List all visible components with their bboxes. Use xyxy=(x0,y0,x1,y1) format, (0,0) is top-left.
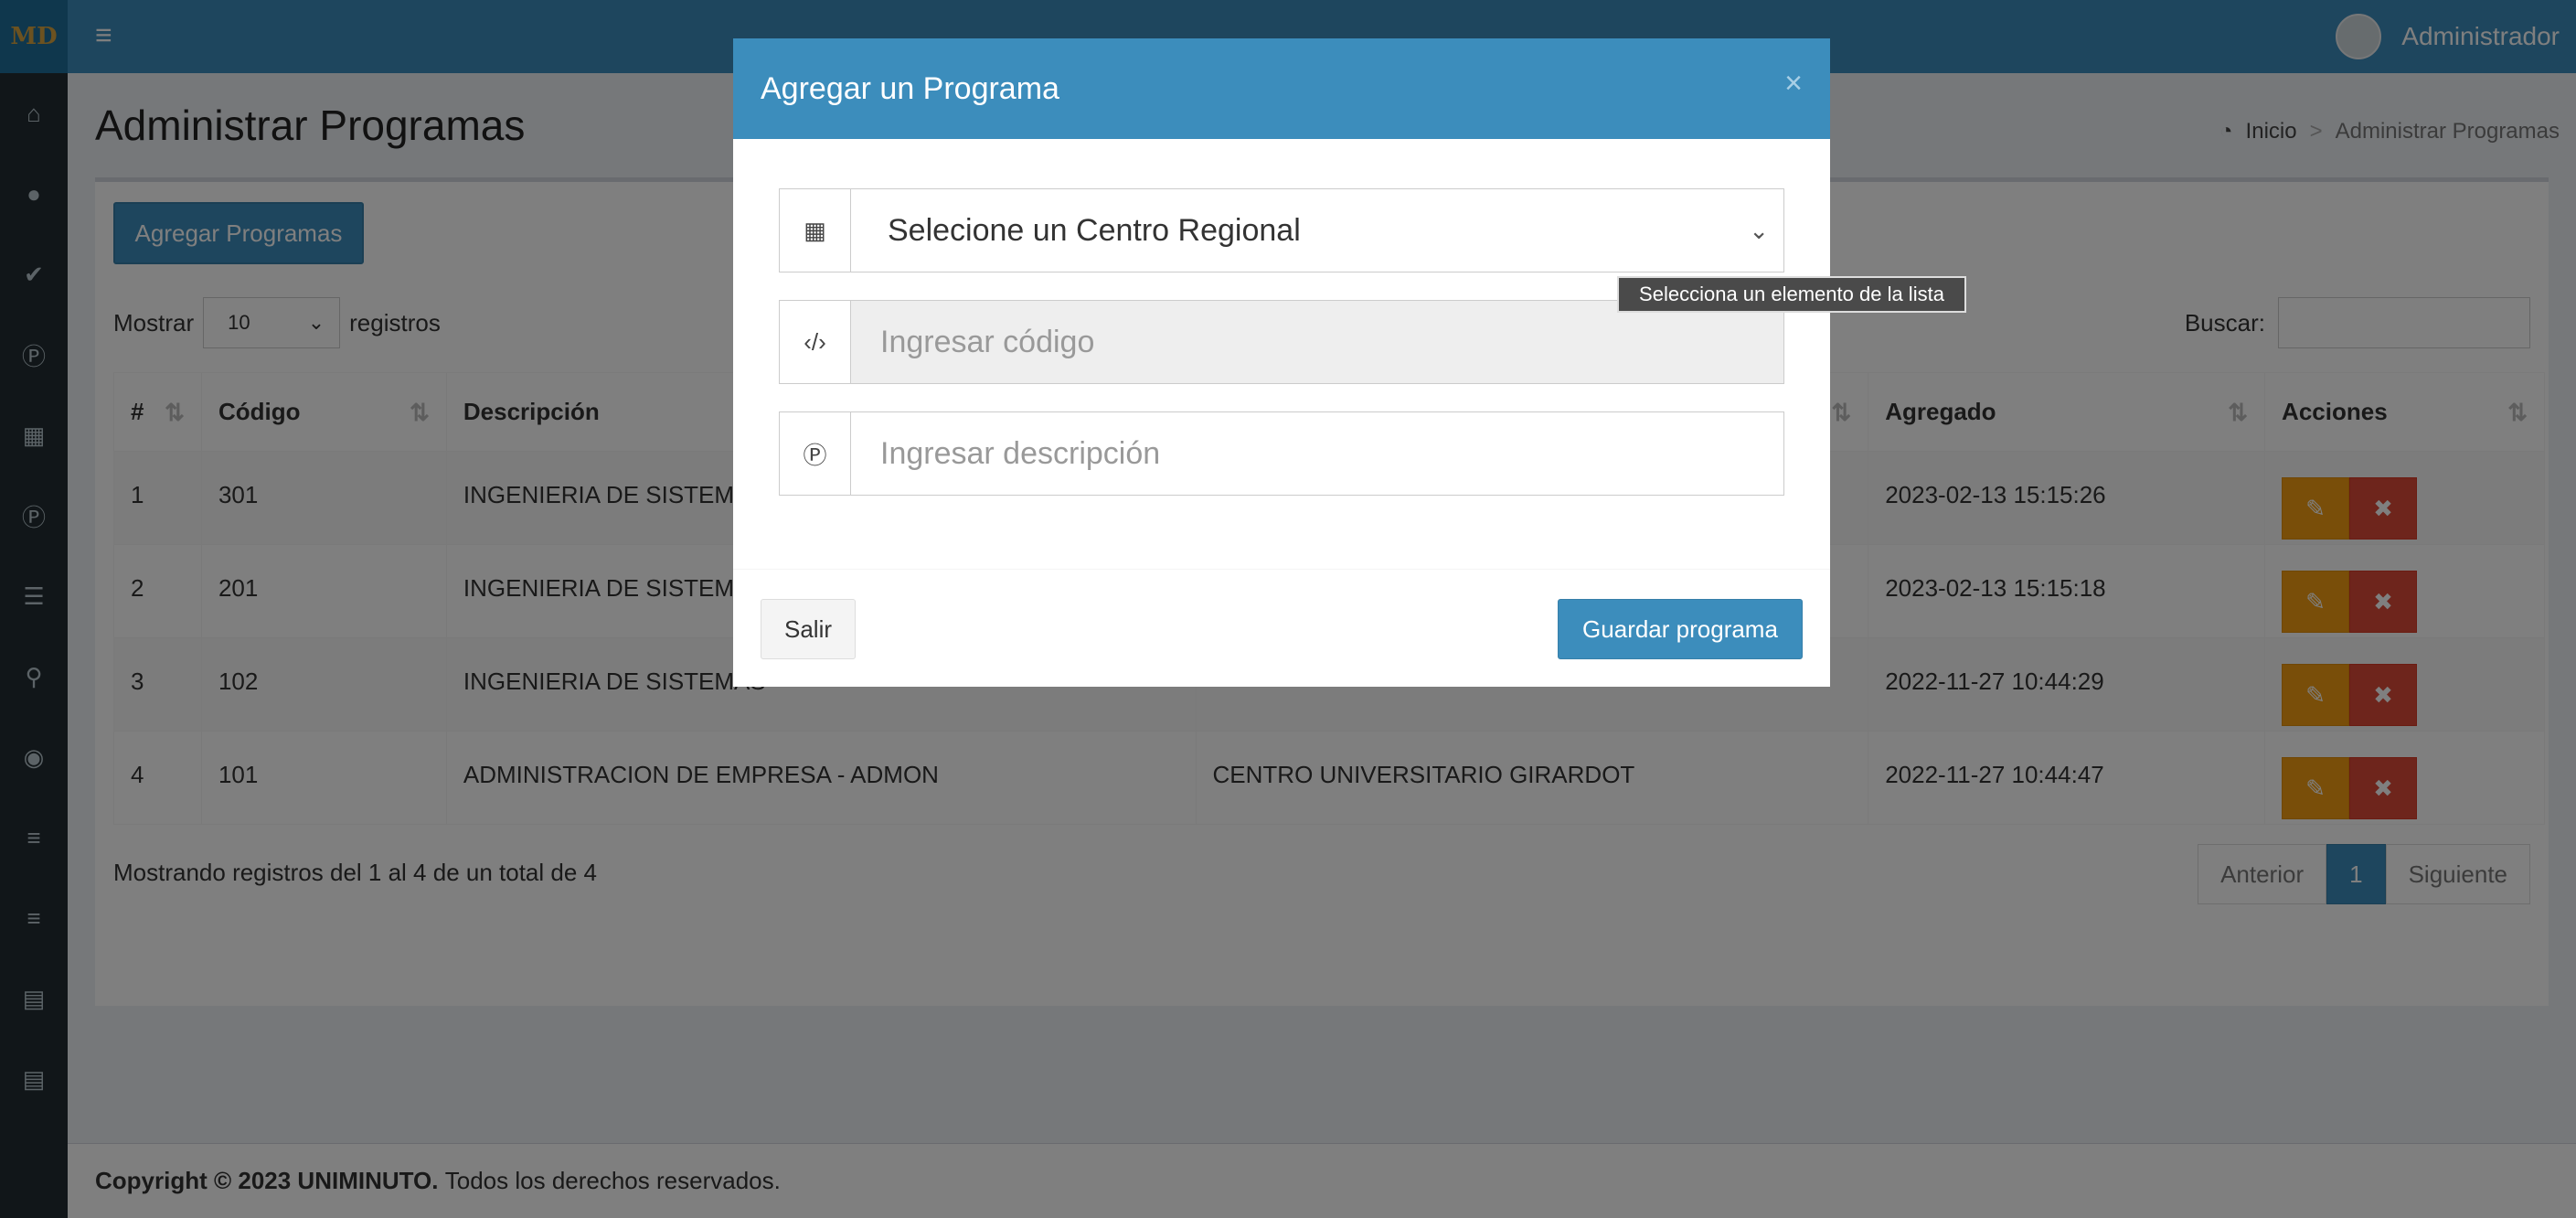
close-icon[interactable]: × xyxy=(1784,66,1803,102)
centro-select-value: Selecione un Centro Regional xyxy=(888,212,1301,248)
grid-icon: ▦ xyxy=(780,189,851,272)
modal-title: Agregar un Programa xyxy=(761,70,1059,106)
p-circle-icon: Ⓟ xyxy=(780,412,851,495)
exit-button[interactable]: Salir xyxy=(761,599,856,659)
chevron-down-icon: ⌄ xyxy=(1749,216,1769,244)
select-tooltip: Selecciona un elemento de la lista xyxy=(1617,276,1966,313)
save-program-button[interactable]: Guardar programa xyxy=(1558,599,1803,659)
centro-regional-select[interactable]: Selecione un Centro Regional ⌄ xyxy=(851,189,1783,272)
codigo-input[interactable]: Ingresar código xyxy=(851,301,1783,383)
descripcion-field-group: Ⓟ Ingresar descripción xyxy=(779,411,1784,496)
add-program-modal: Agregar un Programa × ▦ Selecione un Cen… xyxy=(733,38,1830,687)
centro-field-group: ▦ Selecione un Centro Regional ⌄ xyxy=(779,188,1784,272)
modal-header: Agregar un Programa × xyxy=(733,38,1830,139)
descripcion-input[interactable]: Ingresar descripción xyxy=(851,412,1783,495)
code-icon: ‹/› xyxy=(780,301,851,383)
modal-footer: Salir Guardar programa xyxy=(733,569,1830,687)
